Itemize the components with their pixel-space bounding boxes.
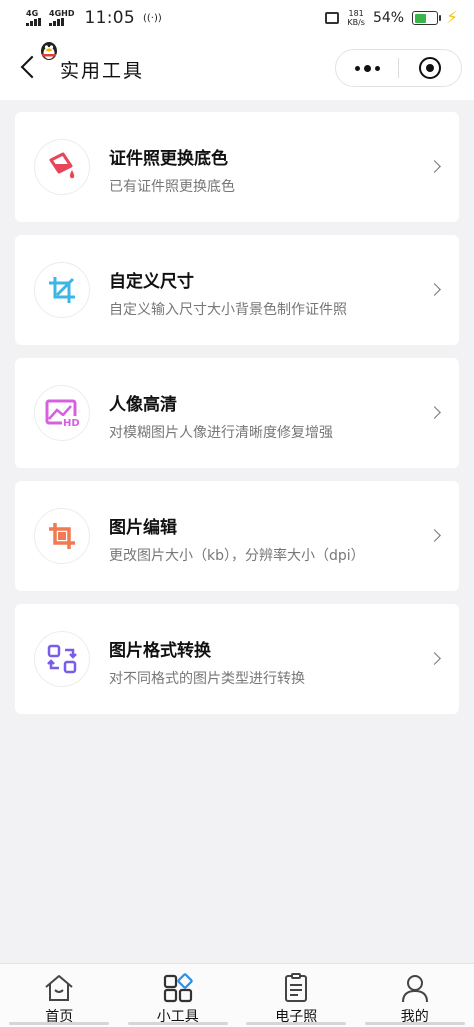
- page-title: 实用工具: [60, 60, 145, 82]
- crop-edit-icon: [34, 508, 90, 564]
- tool-subtitle: 更改图片大小（kb），分辨率大小（dpi）: [109, 548, 365, 564]
- tools-grid-icon: [163, 973, 193, 1003]
- tab-mine[interactable]: 我的: [356, 964, 474, 1027]
- more-button[interactable]: [336, 50, 398, 86]
- hd-image-icon: HD: [34, 385, 90, 441]
- svg-text:HD: HD: [63, 418, 80, 429]
- tool-card-image-edit[interactable]: 图片编辑 更改图片大小（kb），分辨率大小（dpi）: [15, 481, 459, 591]
- tab-e-photo[interactable]: 电子照: [237, 964, 356, 1027]
- home-icon: [45, 975, 73, 1001]
- vibrate-icon: [325, 12, 340, 24]
- speed-unit: KB/s: [347, 18, 365, 27]
- paint-bucket-icon: [34, 139, 90, 195]
- tool-title: 人像高清: [109, 395, 177, 415]
- close-target-icon: [419, 57, 441, 79]
- status-time: 11:05: [84, 8, 135, 28]
- nav-bar: 实用工具: [0, 36, 474, 100]
- tool-title: 证件照更换底色: [109, 149, 228, 169]
- document-icon: [285, 973, 308, 1002]
- chevron-right-icon: [428, 529, 441, 542]
- tool-subtitle: 对模糊图片人像进行清晰度修复增强: [109, 425, 333, 441]
- chevron-right-icon: [428, 406, 441, 419]
- chevron-right-icon: [428, 160, 441, 173]
- hotspot-icon: ((·)): [142, 12, 162, 24]
- status-bar: 4G 4GHD 11:05 ((·)) 181 KB/s 54% ⚡: [0, 0, 474, 36]
- mini-program-capsule: [335, 49, 462, 87]
- battery-icon: [412, 11, 442, 25]
- tool-title: 图片格式转换: [109, 641, 211, 661]
- tool-card-portrait-hd[interactable]: HD 人像高清 对模糊图片人像进行清晰度修复增强: [15, 358, 459, 468]
- charging-icon: ⚡: [446, 8, 458, 28]
- signal-1-icon: 4G: [26, 10, 41, 26]
- close-button[interactable]: [399, 50, 461, 86]
- tab-tools[interactable]: 小工具: [119, 964, 238, 1027]
- battery-percent: 54%: [372, 10, 405, 26]
- tool-subtitle: 自定义输入尺寸大小背景色制作证件照: [109, 302, 347, 318]
- tool-subtitle: 对不同格式的图片类型进行转换: [109, 671, 305, 687]
- tab-indicators: [0, 1022, 474, 1025]
- tool-card-bg-color[interactable]: 证件照更换底色 已有证件照更换底色: [15, 112, 459, 222]
- tab-bar: 首页 小工具 电子照 我的: [0, 963, 474, 1027]
- tool-title: 自定义尺寸: [109, 272, 194, 292]
- crop-icon: [34, 262, 90, 318]
- chevron-right-icon: [428, 652, 441, 665]
- tool-card-custom-size[interactable]: 自定义尺寸 自定义输入尺寸大小背景色制作证件照: [15, 235, 459, 345]
- network-speed: 181 KB/s: [347, 9, 365, 27]
- tool-card-format-convert[interactable]: 图片格式转换 对不同格式的图片类型进行转换: [15, 604, 459, 714]
- tab-home[interactable]: 首页: [0, 964, 119, 1027]
- signal-2-icon: 4GHD: [49, 10, 74, 26]
- user-icon: [401, 975, 428, 1003]
- speed-value: 181: [348, 9, 364, 18]
- back-button[interactable]: [18, 56, 42, 80]
- format-convert-icon: [34, 631, 90, 687]
- chevron-right-icon: [428, 283, 441, 296]
- network-type-1: 4G: [26, 9, 39, 18]
- tool-title: 图片编辑: [109, 518, 177, 538]
- tool-subtitle: 已有证件照更换底色: [109, 179, 235, 195]
- network-type-2: 4GHD: [49, 9, 75, 18]
